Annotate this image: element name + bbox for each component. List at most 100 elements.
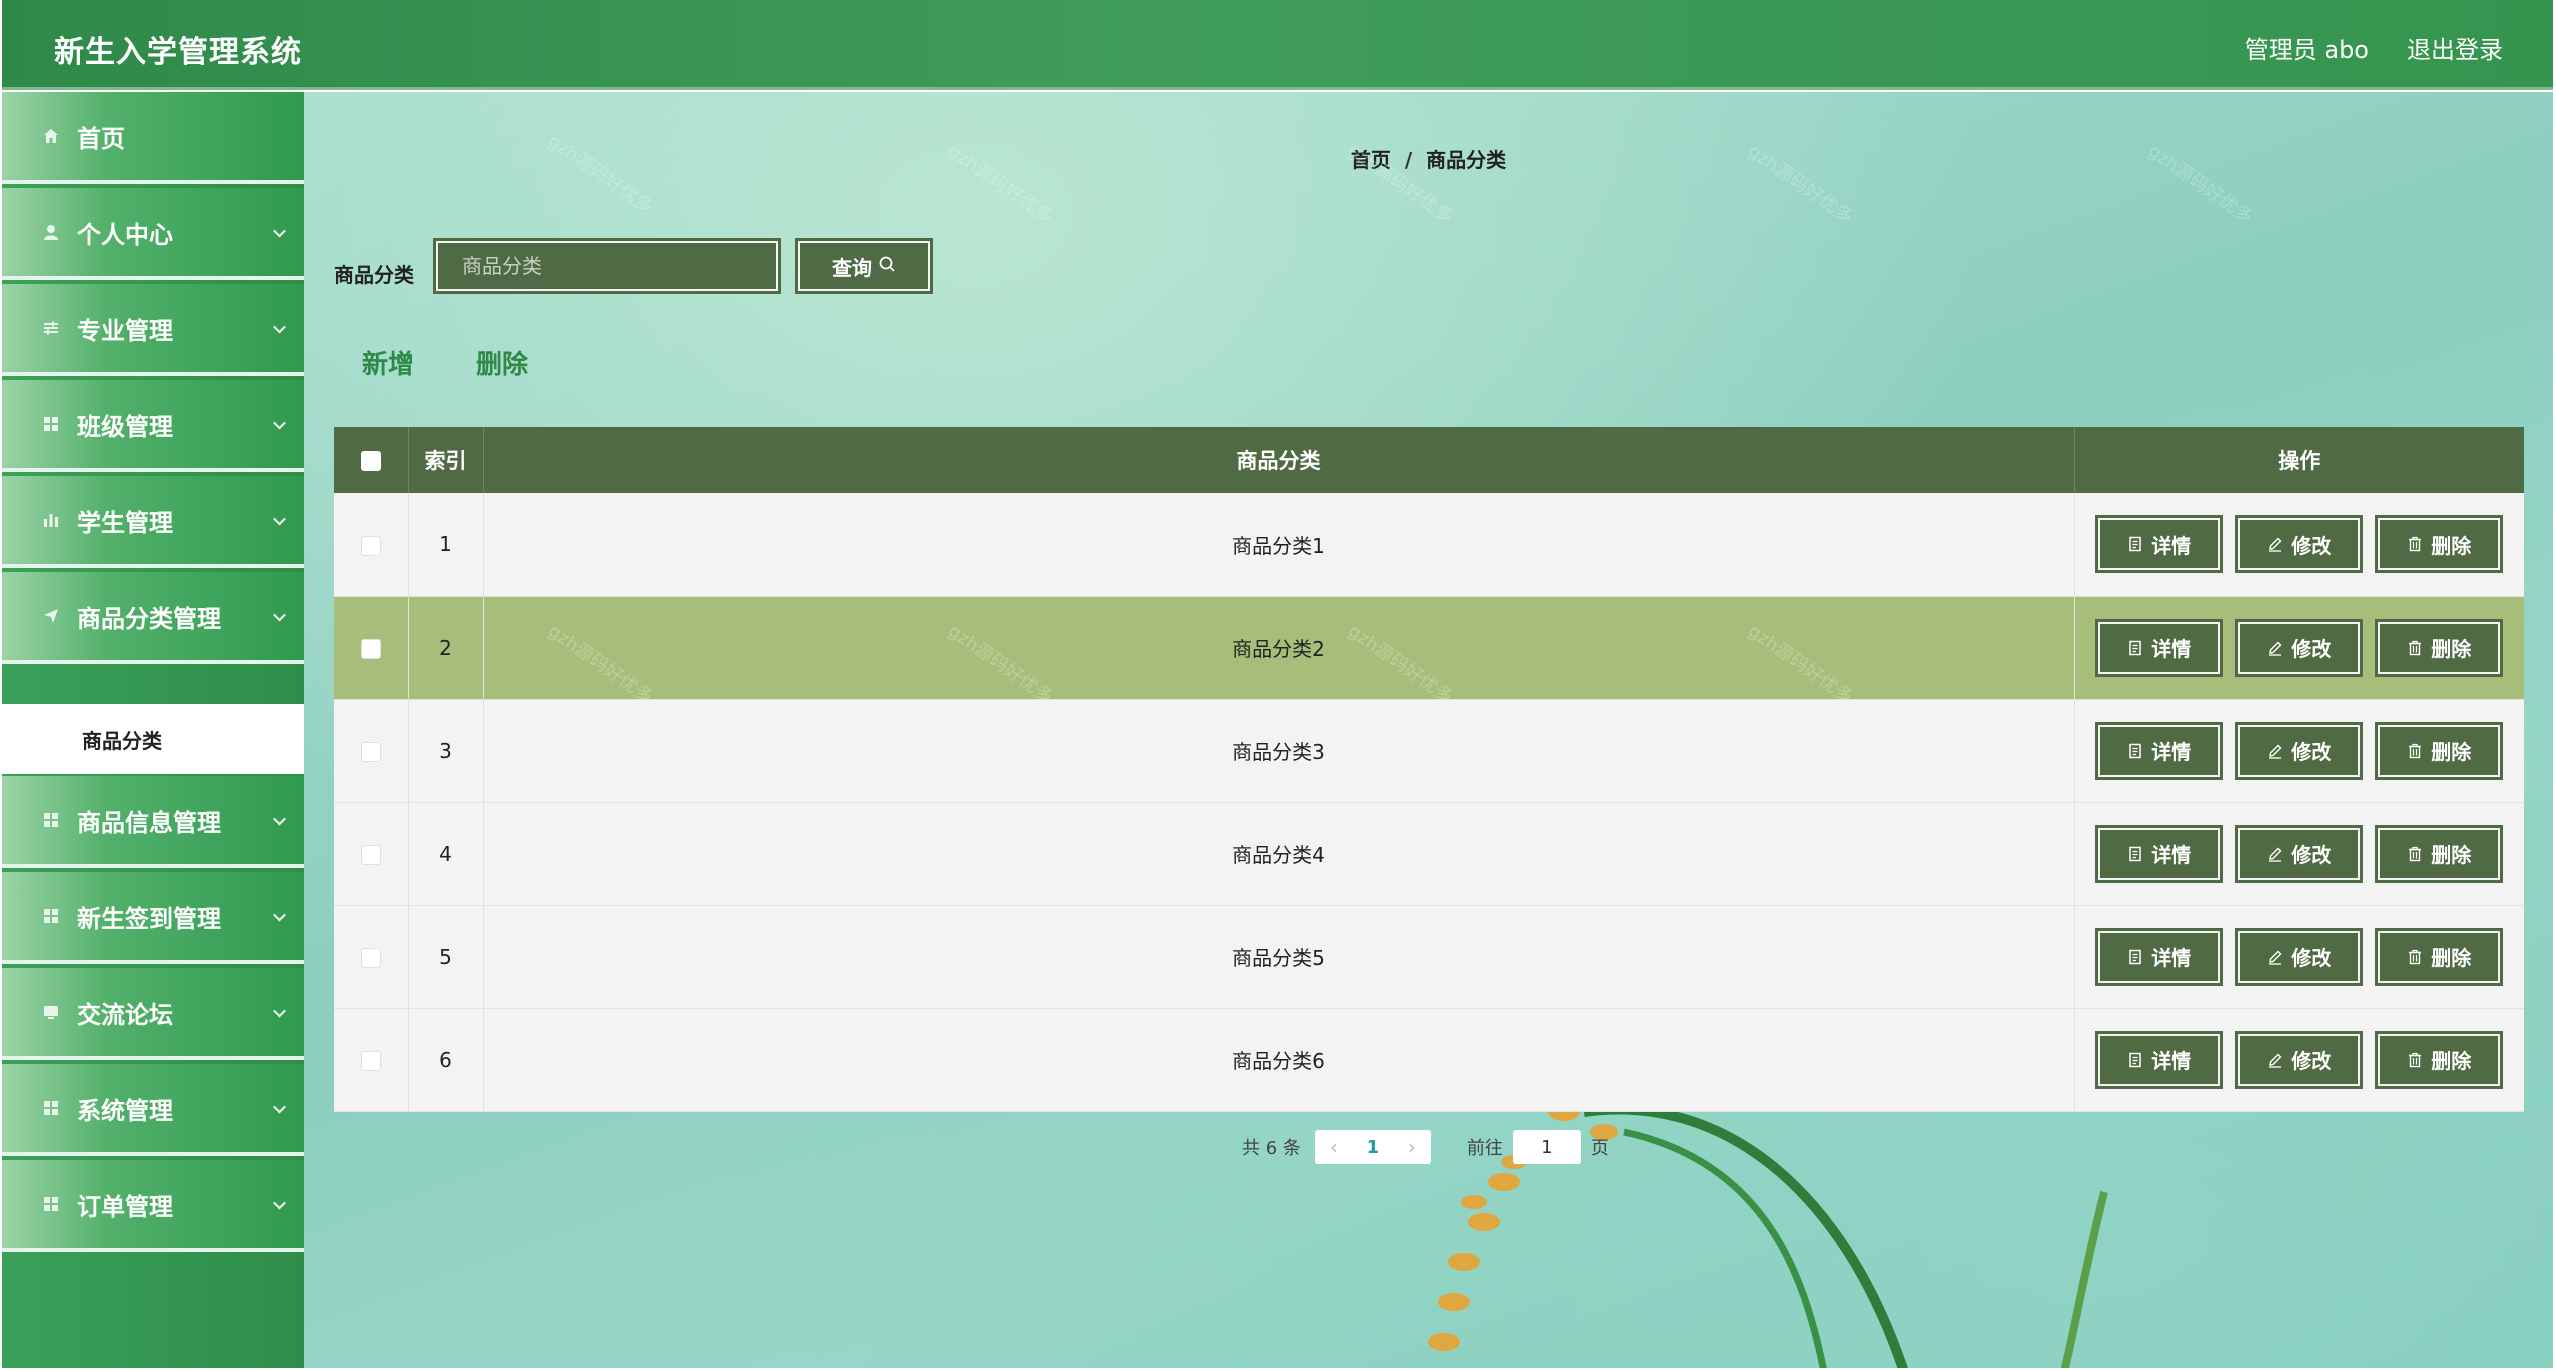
detail-button[interactable]: 详情 <box>2095 824 2224 883</box>
pencil-icon <box>2267 846 2283 862</box>
chevron-down-icon <box>273 320 286 334</box>
document-icon <box>2127 743 2143 759</box>
current-page-number[interactable]: 1 <box>1353 1137 1393 1158</box>
sidebar-item-goods-category-management[interactable]: 商品分类管理 <box>2 572 304 664</box>
edit-button[interactable]: 修改 <box>2235 515 2364 574</box>
edit-button[interactable]: 修改 <box>2235 1030 2364 1089</box>
prev-page-icon[interactable]: ‹ <box>1315 1130 1353 1164</box>
row-select-cell <box>334 493 409 596</box>
logout-link[interactable]: 退出登录 <box>2407 30 2503 65</box>
document-icon <box>2127 536 2143 552</box>
sidebar-item-checkin-management[interactable]: 新生签到管理 <box>2 872 304 964</box>
goto-label: 前往 <box>1466 1138 1503 1159</box>
edit-button[interactable]: 修改 <box>2235 824 2364 883</box>
table-row: 1 商品分类1 详情 修改 删除 <box>334 493 2524 596</box>
add-button[interactable]: 新增 <box>362 344 414 381</box>
row-checkbox[interactable] <box>360 535 381 556</box>
delete-button-label: 删除 <box>2431 740 2472 764</box>
edit-button[interactable]: 修改 <box>2235 927 2364 986</box>
category-header: 商品分类 <box>483 427 2075 493</box>
detail-button-label: 详情 <box>2151 946 2192 970</box>
chevron-down-icon <box>273 812 286 826</box>
edit-button-label: 修改 <box>2291 740 2332 764</box>
current-user-label[interactable]: 管理员 abo <box>2245 30 2369 65</box>
row-category-name: 商品分类6 <box>483 1008 2075 1111</box>
delete-button[interactable]: 删除 <box>2375 721 2504 780</box>
document-icon <box>2127 949 2143 965</box>
table-row: 5 商品分类5 详情 修改 删除 <box>334 905 2524 1008</box>
row-checkbox[interactable] <box>360 639 381 659</box>
delete-button-label: 删除 <box>2431 843 2472 867</box>
detail-button[interactable]: 详情 <box>2095 515 2224 574</box>
next-page-icon[interactable]: › <box>1393 1130 1431 1164</box>
sidebar-item-system-management[interactable]: 系统管理 <box>2 1064 304 1156</box>
index-header: 索引 <box>408 427 484 493</box>
row-checkbox[interactable] <box>360 845 381 865</box>
row-category-name: 商品分类4 <box>483 802 2075 905</box>
edit-button-label: 修改 <box>2291 533 2332 558</box>
search-button[interactable]: 查询 <box>795 238 933 294</box>
delete-button[interactable]: 删除 <box>2375 618 2504 677</box>
grid-icon <box>40 1097 62 1119</box>
pagination-pager: ‹ 1 › <box>1314 1130 1431 1164</box>
breadcrumb: 首页 / 商品分类 <box>304 144 2553 173</box>
sidebar-item-home[interactable]: 首页 <box>2 92 304 184</box>
detail-button[interactable]: 详情 <box>2095 927 2224 986</box>
grid-icon <box>40 413 62 435</box>
detail-button[interactable]: 详情 <box>2095 618 2224 677</box>
delete-button-label: 删除 <box>2431 1049 2472 1073</box>
batch-delete-button[interactable]: 删除 <box>476 344 528 381</box>
trash-icon <box>2407 640 2423 656</box>
sidebar-item-forum[interactable]: 交流论坛 <box>2 968 304 1060</box>
edit-button[interactable]: 修改 <box>2235 721 2364 780</box>
delete-button[interactable]: 删除 <box>2375 824 2504 883</box>
row-index: 2 <box>408 596 484 699</box>
sidebar-item-student-management[interactable]: 学生管理 <box>2 476 304 568</box>
document-icon <box>2127 640 2143 656</box>
sidebar-item-label: 商品分类管理 <box>77 604 221 633</box>
sidebar-subitem-goods-category[interactable]: 商品分类 <box>2 704 304 774</box>
detail-button-label: 详情 <box>2151 1049 2192 1073</box>
delete-button-label: 删除 <box>2431 533 2472 558</box>
detail-button[interactable]: 详情 <box>2095 721 2224 780</box>
trash-icon <box>2407 743 2423 759</box>
detail-button-label: 详情 <box>2151 533 2192 558</box>
search-icon <box>878 254 896 278</box>
row-checkbox[interactable] <box>360 1051 381 1071</box>
goto-page-input[interactable] <box>1512 1130 1581 1164</box>
select-all-checkbox[interactable] <box>360 451 381 471</box>
delete-button[interactable]: 删除 <box>2375 927 2504 986</box>
sidebar-item-personal-center[interactable]: 个人中心 <box>2 188 304 280</box>
sidebar-item-label: 订单管理 <box>77 1192 173 1221</box>
breadcrumb-separator: / <box>1404 148 1413 172</box>
row-category-name: 商品分类2 <box>483 596 2075 699</box>
detail-button-label: 详情 <box>2151 843 2192 867</box>
sidebar-item-goods-info-management[interactable]: 商品信息管理 <box>2 776 304 868</box>
chevron-down-icon <box>273 416 286 430</box>
delete-button[interactable]: 删除 <box>2375 515 2504 574</box>
edit-button[interactable]: 修改 <box>2235 618 2364 677</box>
document-icon <box>2127 846 2143 862</box>
table-header-row: 索引 商品分类 操作 <box>334 427 2524 493</box>
row-checkbox[interactable] <box>360 742 381 762</box>
app-title: 新生入学管理系统 <box>54 35 302 70</box>
grid-icon <box>40 905 62 927</box>
search-label: 商品分类 <box>334 263 414 287</box>
trash-icon <box>2407 846 2423 862</box>
document-icon <box>2127 1052 2143 1068</box>
detail-button-label: 详情 <box>2151 637 2192 661</box>
delete-button[interactable]: 删除 <box>2375 1030 2504 1089</box>
breadcrumb-home[interactable]: 首页 <box>1351 148 1391 172</box>
category-search-input[interactable] <box>433 238 781 294</box>
sidebar-item-label: 首页 <box>77 124 125 153</box>
detail-button[interactable]: 详情 <box>2095 1030 2224 1089</box>
grid-icon <box>40 809 62 831</box>
sidebar-item-order-management[interactable]: 订单管理 <box>2 1160 304 1252</box>
bar-chart-icon <box>40 509 62 531</box>
sidebar-item-major-management[interactable]: 专业管理 <box>2 284 304 376</box>
sidebar-item-class-management[interactable]: 班级管理 <box>2 380 304 472</box>
row-select-cell <box>334 699 409 802</box>
row-checkbox[interactable] <box>360 948 381 968</box>
sidebar-item-label: 商品信息管理 <box>77 808 221 837</box>
delete-button-label: 删除 <box>2431 637 2472 661</box>
